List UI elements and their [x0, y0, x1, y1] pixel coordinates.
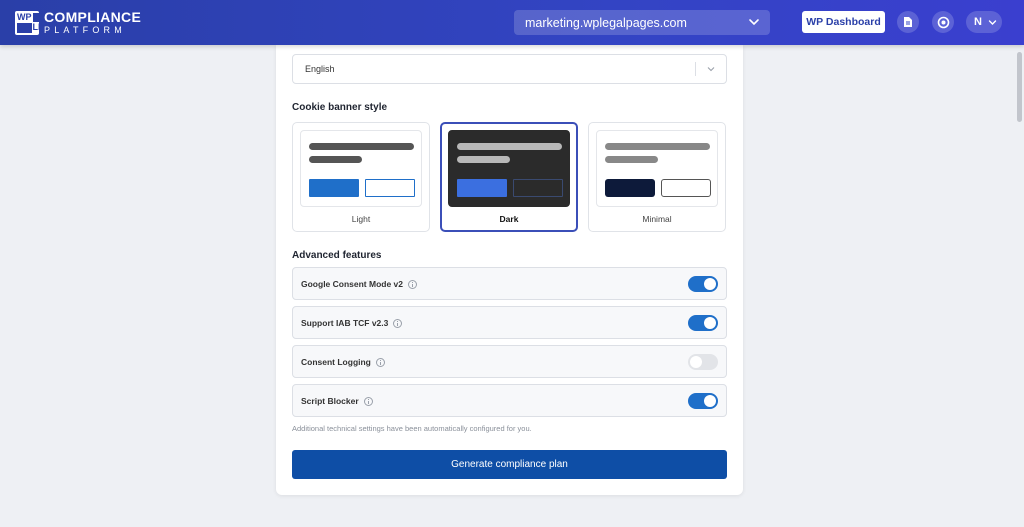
banner-preview-minimal	[596, 130, 718, 207]
logo-cell-wp: WP	[17, 11, 32, 22]
feature-label: Support IAB TCF v2.3	[301, 317, 389, 328]
banner-style-dark[interactable]: Dark	[440, 122, 578, 232]
user-menu[interactable]: N	[966, 11, 1002, 33]
banner-style-label: Dark	[499, 214, 519, 224]
settings-note: Additional technical settings have been …	[292, 424, 532, 433]
feature-consent-logging: Consent Logging	[292, 345, 727, 378]
help-support-icon	[937, 16, 949, 28]
chevron-down-icon	[988, 19, 997, 25]
logo-title: COMPLIANCE	[44, 9, 142, 25]
banner-style-minimal[interactable]: Minimal	[588, 122, 726, 232]
language-select-value: English	[305, 64, 335, 74]
logo-cell-lp: LP	[32, 22, 45, 33]
info-icon[interactable]	[363, 397, 373, 406]
cookie-banner-style-heading: Cookie banner style	[292, 102, 388, 113]
logo-mark-icon: WP LP	[15, 10, 45, 35]
chevron-down-icon	[707, 67, 715, 72]
info-icon[interactable]	[408, 280, 418, 289]
feature-google-consent-mode: Google Consent Mode v2	[292, 267, 727, 300]
document-button[interactable]	[897, 11, 919, 33]
feature-toggle[interactable]	[688, 315, 718, 331]
site-selector[interactable]: marketing.wplegalpages.com	[514, 10, 770, 35]
document-icon	[904, 17, 912, 27]
info-icon[interactable]	[375, 358, 385, 367]
banner-style-label: Light	[351, 214, 371, 224]
feature-label: Google Consent Mode v2	[301, 278, 404, 289]
site-selector-value: marketing.wplegalpages.com	[525, 15, 687, 30]
feature-toggle[interactable]	[688, 276, 718, 292]
feature-iab-tcf: Support IAB TCF v2.3	[292, 306, 727, 339]
banner-preview-dark	[448, 130, 570, 207]
scrollbar-thumb[interactable]	[1017, 52, 1022, 122]
feature-label: Consent Logging	[301, 356, 371, 367]
support-button[interactable]	[932, 11, 954, 33]
top-navigation-bar: WP LP COMPLIANCE PLATFORM marketing.wple…	[0, 0, 1024, 45]
feature-script-blocker: Script Blocker	[292, 384, 727, 417]
logo-subtitle: PLATFORM	[44, 25, 126, 35]
banner-style-light[interactable]: Light	[292, 122, 430, 232]
feature-label: Script Blocker	[301, 395, 359, 406]
banner-preview-light	[300, 130, 422, 207]
advanced-features-heading: Advanced features	[292, 250, 382, 261]
info-icon[interactable]	[393, 319, 403, 328]
banner-style-label: Minimal	[642, 214, 672, 224]
feature-toggle[interactable]	[688, 354, 718, 370]
chevron-down-icon	[749, 19, 759, 26]
wplp-logo[interactable]: WP LP COMPLIANCE PLATFORM	[15, 10, 141, 35]
feature-toggle[interactable]	[688, 393, 718, 409]
setup-card: English Cookie banner style Light Dark M…	[276, 45, 743, 495]
wp-dashboard-button[interactable]: WP Dashboard	[802, 11, 885, 33]
avatar: N	[974, 16, 982, 28]
generate-compliance-plan-button[interactable]: Generate compliance plan	[292, 450, 727, 479]
language-select[interactable]: English	[292, 54, 727, 84]
